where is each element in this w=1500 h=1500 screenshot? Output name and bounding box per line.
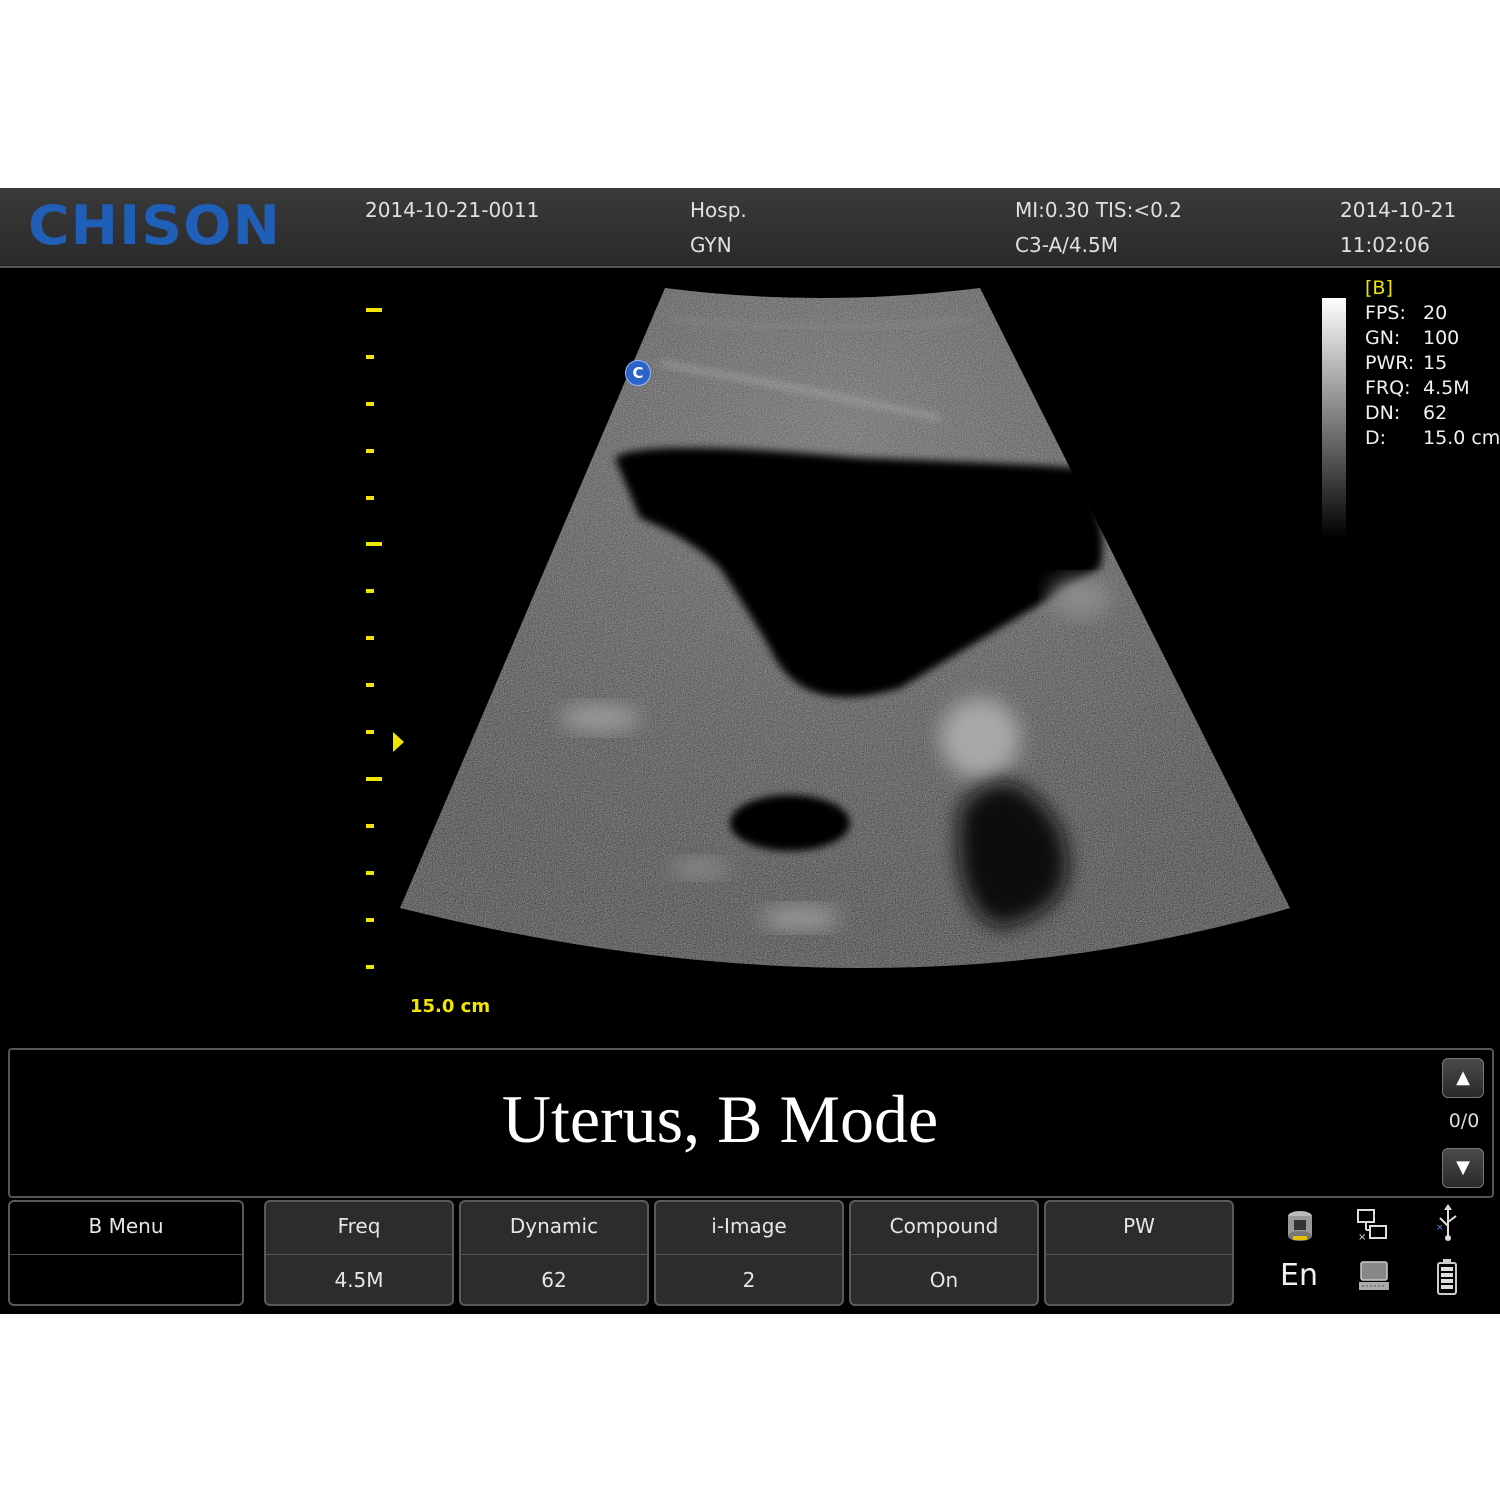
param-depth: D: 15.0 cm <box>1365 427 1500 449</box>
param-dynamic: DN: 62 <box>1365 402 1448 424</box>
depth-tick <box>366 402 374 406</box>
focus-marker[interactable] <box>393 732 404 752</box>
softkey-label: PW <box>1123 1214 1155 1238</box>
param-gain: GN: 100 <box>1365 327 1460 349</box>
page-up-button[interactable]: ▲ <box>1442 1058 1484 1098</box>
page-down-button[interactable]: ▼ <box>1442 1148 1484 1188</box>
depth-tick <box>366 824 374 828</box>
depth-tick <box>366 683 374 687</box>
depth-tick <box>366 449 374 453</box>
network-icon[interactable]: × <box>1356 1208 1392 1242</box>
image-area[interactable]: 15.0 cm C [B] FPS: 20 GN: 100 PWR: 15 FRQ: 4… <box>0 268 1500 1048</box>
softkey-label: Freq <box>337 1214 381 1238</box>
grayscale-bar <box>1322 298 1346 538</box>
softkey-label: B Menu <box>88 1214 164 1238</box>
softkey-value: 4.5M <box>334 1268 384 1292</box>
svg-text:×: × <box>1436 1223 1444 1233</box>
language-indicator[interactable]: En <box>1280 1258 1318 1293</box>
page-counter: 0/0 <box>1448 1110 1480 1132</box>
softkey-value: On <box>929 1268 959 1292</box>
patient-id[interactable]: 2014-10-21-0011 <box>365 198 539 222</box>
depth-tick <box>366 542 382 546</box>
i-image-softkey[interactable]: i-Image 2 <box>654 1200 844 1306</box>
printer-icon[interactable] <box>1284 1208 1316 1242</box>
svg-text:×: × <box>1358 1232 1366 1242</box>
mode-label: [B] <box>1365 277 1393 299</box>
comment-text[interactable]: Uterus, B Mode <box>10 1080 1430 1159</box>
b-menu-softkey[interactable]: B Menu <box>8 1200 244 1306</box>
time: 11:02:06 <box>1340 233 1430 257</box>
freq-softkey[interactable]: Freq 4.5M <box>264 1200 454 1306</box>
dynamic-softkey[interactable]: Dynamic 62 <box>459 1200 649 1306</box>
imaging-params: [B] FPS: 20 GN: 100 PWR: 15 FRQ: 4.5M DN: 62 … <box>1365 276 1500 451</box>
depth-tick <box>366 496 374 500</box>
param-fps: FPS: 20 <box>1365 302 1448 324</box>
battery-icon <box>1437 1259 1457 1295</box>
depth-tick <box>366 871 374 875</box>
depth-tick <box>366 355 374 359</box>
ultrasound-screen: CHISON 2014-10-21-0011 Hosp. GYN MI:0.30… <box>0 188 1500 1314</box>
depth-tick <box>366 918 374 922</box>
depth-tick <box>366 730 374 734</box>
depth-tick <box>366 965 374 969</box>
param-power: PWR: 15 <box>1365 352 1448 374</box>
depth-tick <box>366 589 374 593</box>
softkey-label: Dynamic <box>509 1214 599 1238</box>
keyboard-icon[interactable] <box>1358 1260 1390 1294</box>
depth-tick <box>366 308 382 312</box>
depth-tick <box>366 777 382 781</box>
orientation-mark: C <box>625 360 651 386</box>
safety-index: MI:0.30 TIS:<0.2 <box>1015 198 1182 222</box>
comment-panel[interactable]: Uterus, B Mode ▲ 0/0 ▼ <box>8 1048 1494 1198</box>
softkey-value: 2 <box>742 1268 756 1292</box>
pw-softkey[interactable]: PW <box>1044 1200 1234 1306</box>
depth-label: 15.0 cm <box>410 996 491 1017</box>
usb-icon[interactable]: × <box>1434 1204 1462 1244</box>
exam-type: GYN <box>690 233 732 257</box>
header-bar: CHISON 2014-10-21-0011 Hosp. GYN MI:0.30… <box>0 188 1500 268</box>
hospital-name: Hosp. <box>690 198 747 222</box>
softkey-label: i-Image <box>711 1214 787 1238</box>
depth-tick <box>366 636 374 640</box>
date: 2014-10-21 <box>1340 198 1457 222</box>
ultrasound-image[interactable] <box>0 268 1500 1048</box>
compound-softkey[interactable]: Compound On <box>849 1200 1039 1306</box>
softkey-label: Compound <box>889 1214 999 1238</box>
param-frequency: FRQ: 4.5M <box>1365 377 1470 399</box>
brand-logo: CHISON <box>28 194 281 257</box>
probe-info: C3-A/4.5M <box>1015 233 1118 257</box>
softkey-value: 62 <box>541 1268 567 1292</box>
